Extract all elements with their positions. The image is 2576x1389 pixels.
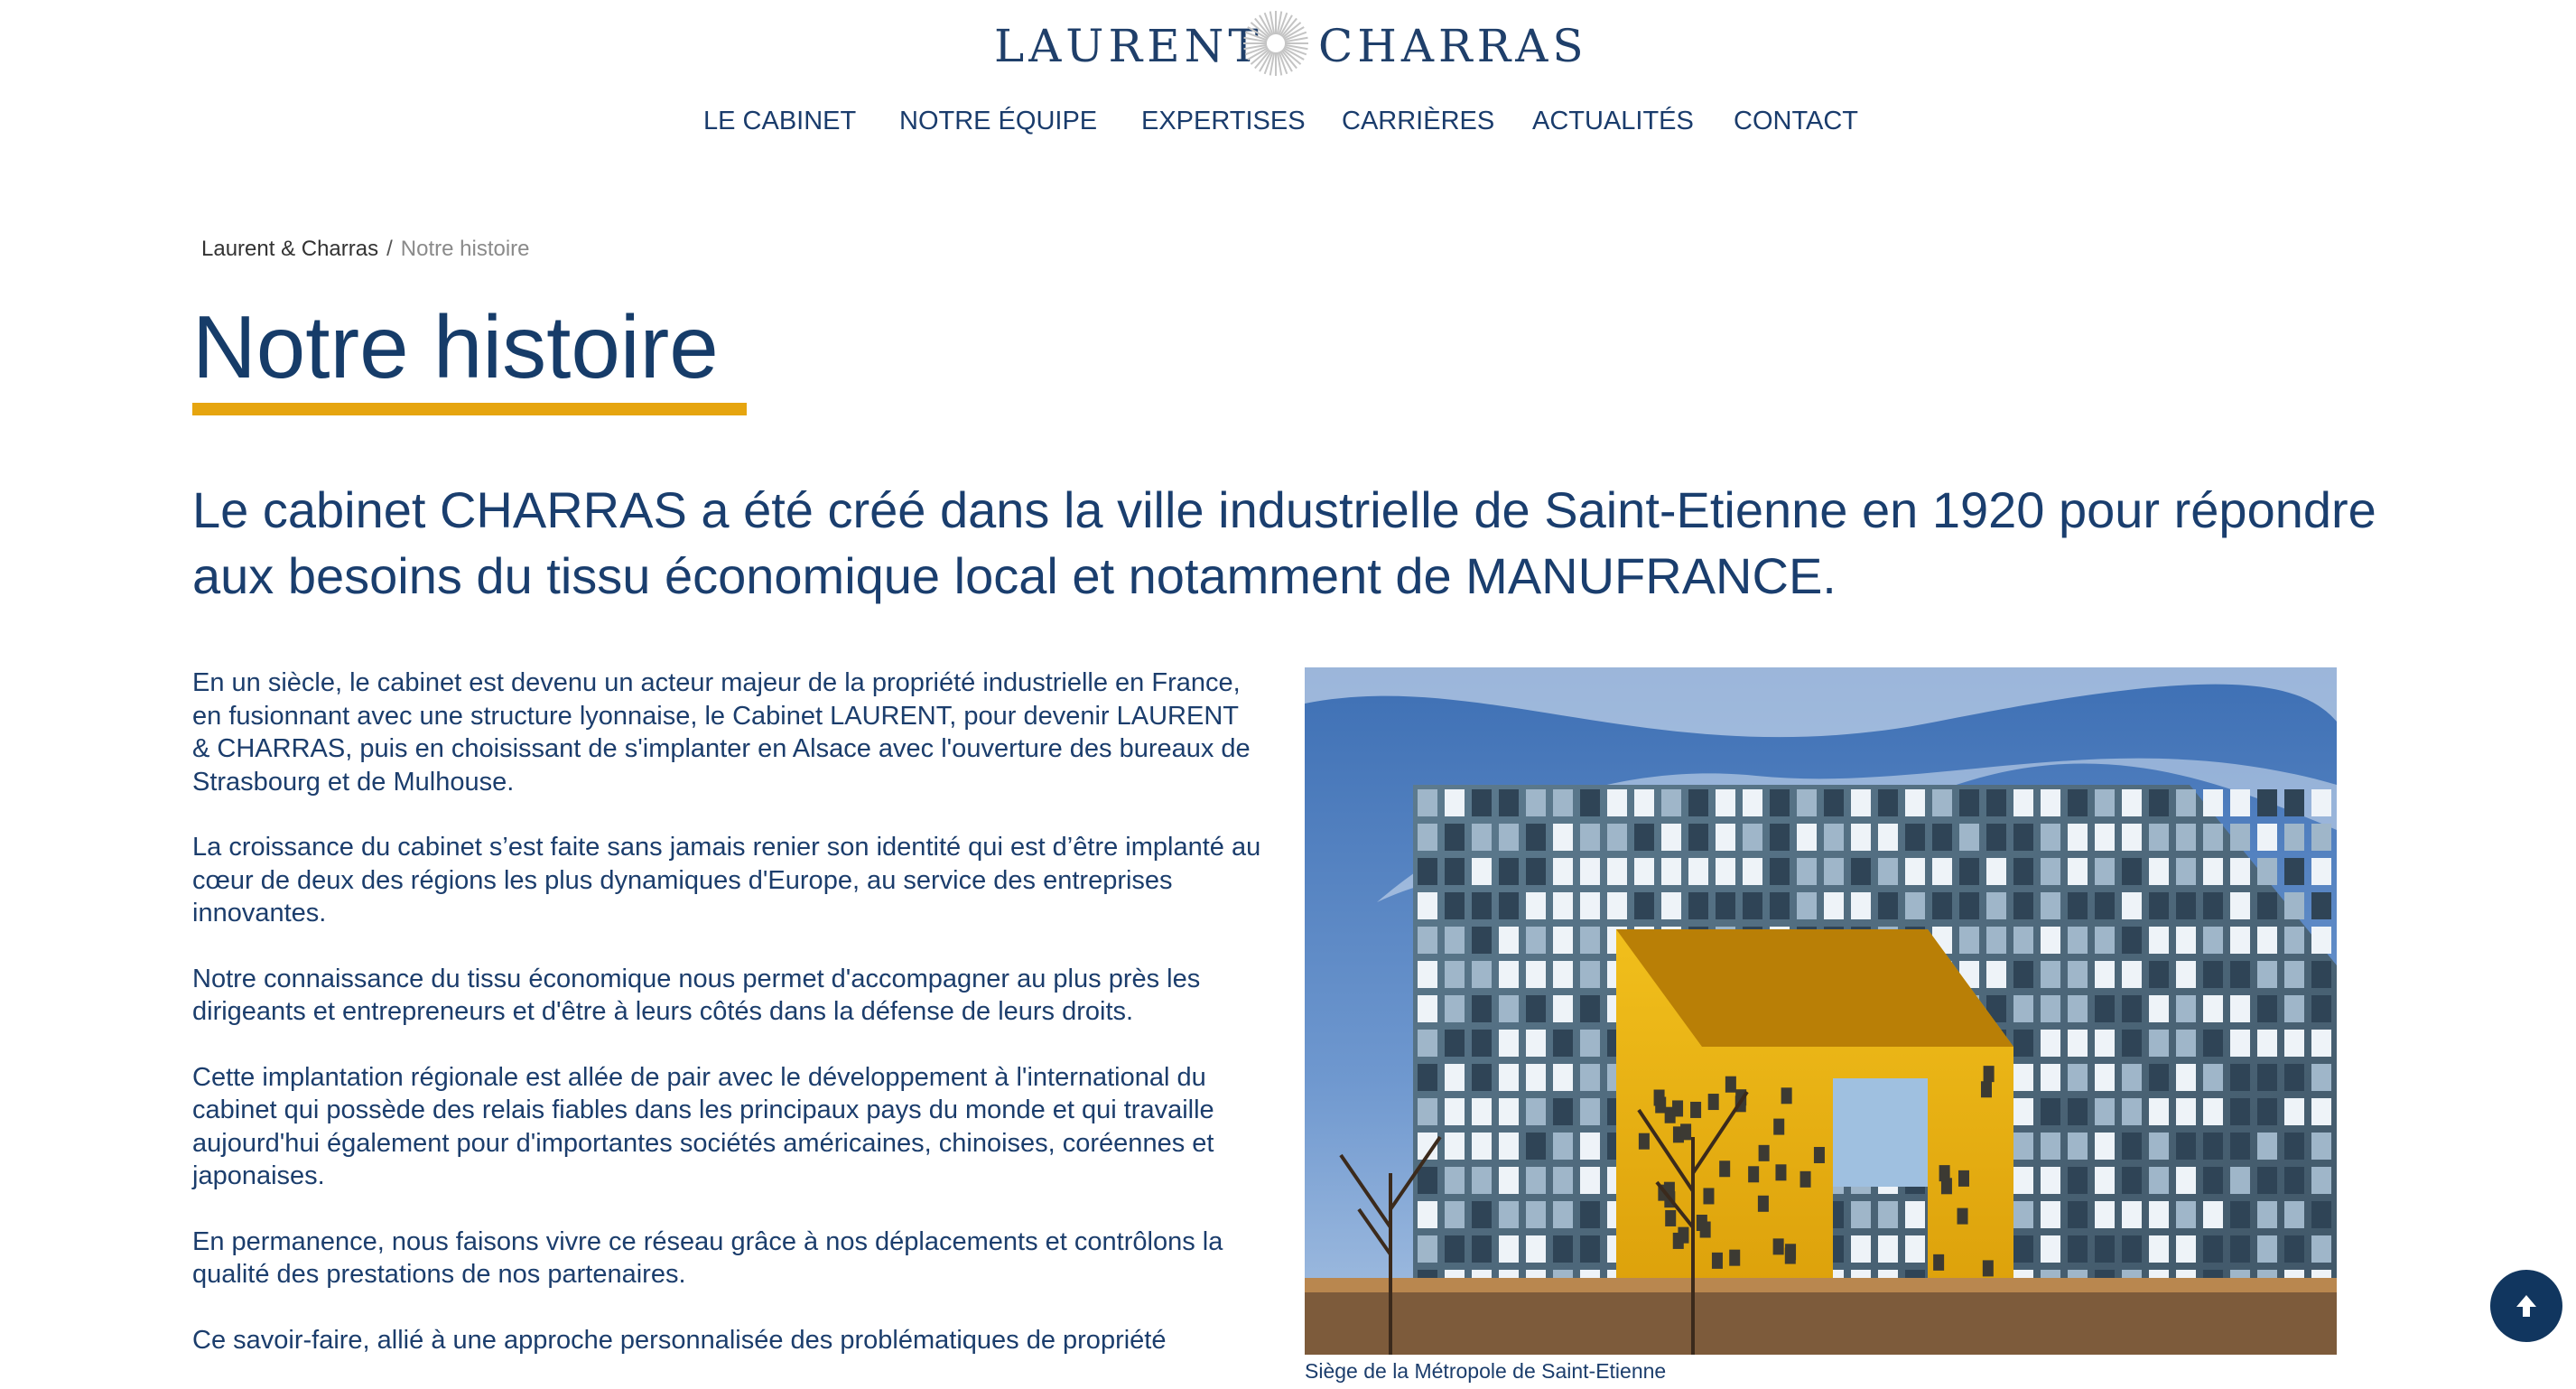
breadcrumb: Laurent & Charras / Notre histoire — [201, 237, 530, 262]
building-photo-illustration — [1305, 667, 2337, 1355]
nav-item-le-cabinet[interactable]: LE CABINET — [703, 107, 856, 136]
breadcrumb-home-link[interactable]: Laurent & Charras — [201, 237, 378, 261]
history-paragraph: Ce savoir-faire, allié à une approche pe… — [192, 1325, 1167, 1355]
site-header: LAURENT CHARRAS LE CABINET NOTRE ÉQUIPE … — [0, 0, 2576, 181]
history-paragraph: La croissance du cabinet s’est faite san… — [192, 833, 1261, 928]
nav-item-contact[interactable]: CONTACT — [1734, 107, 1858, 136]
history-body: En un siècle, le cabinet est devenu un a… — [192, 667, 1262, 1389]
title-underline — [192, 403, 747, 415]
nav-item-notre-equipe[interactable]: NOTRE ÉQUIPE — [899, 107, 1097, 136]
lead-paragraph: Le cabinet CHARRAS a été créé dans la vi… — [192, 481, 2376, 604]
photo-caption: Siège de la Métropole de Saint-Etienne — [1305, 1359, 1667, 1383]
nav-item-carrieres[interactable]: CARRIÈRES — [1342, 107, 1494, 136]
main-nav: LE CABINET NOTRE ÉQUIPE EXPERTISES CARRI… — [0, 107, 2576, 150]
history-paragraph: En permanence, nous faisons vivre ce rés… — [192, 1226, 1223, 1290]
nav-item-expertises[interactable]: EXPERTISES — [1141, 107, 1306, 136]
history-paragraph: En un siècle, le cabinet est devenu un a… — [192, 668, 1251, 797]
breadcrumb-separator: / — [386, 237, 393, 261]
brand-logo[interactable]: LAURENT CHARRAS — [989, 7, 1584, 79]
arrow-up-icon — [2516, 1295, 2536, 1317]
history-paragraph: Notre connaissance du tissu économique n… — [192, 964, 1201, 1027]
page-title: Notre histoire — [192, 297, 719, 396]
nav-item-actualites[interactable]: ACTUALITÉS — [1532, 107, 1694, 136]
sunburst-logo-icon — [1243, 11, 1308, 76]
back-to-top-button[interactable] — [2490, 1270, 2562, 1342]
building-photo — [1305, 667, 2337, 1355]
logo-name-right: CHARRAS — [1318, 20, 1588, 72]
history-paragraph: Cette implantation régionale est allée d… — [192, 1062, 1214, 1191]
logo-name-left: LAURENT — [994, 20, 1263, 72]
breadcrumb-current: Notre histoire — [400, 237, 530, 261]
